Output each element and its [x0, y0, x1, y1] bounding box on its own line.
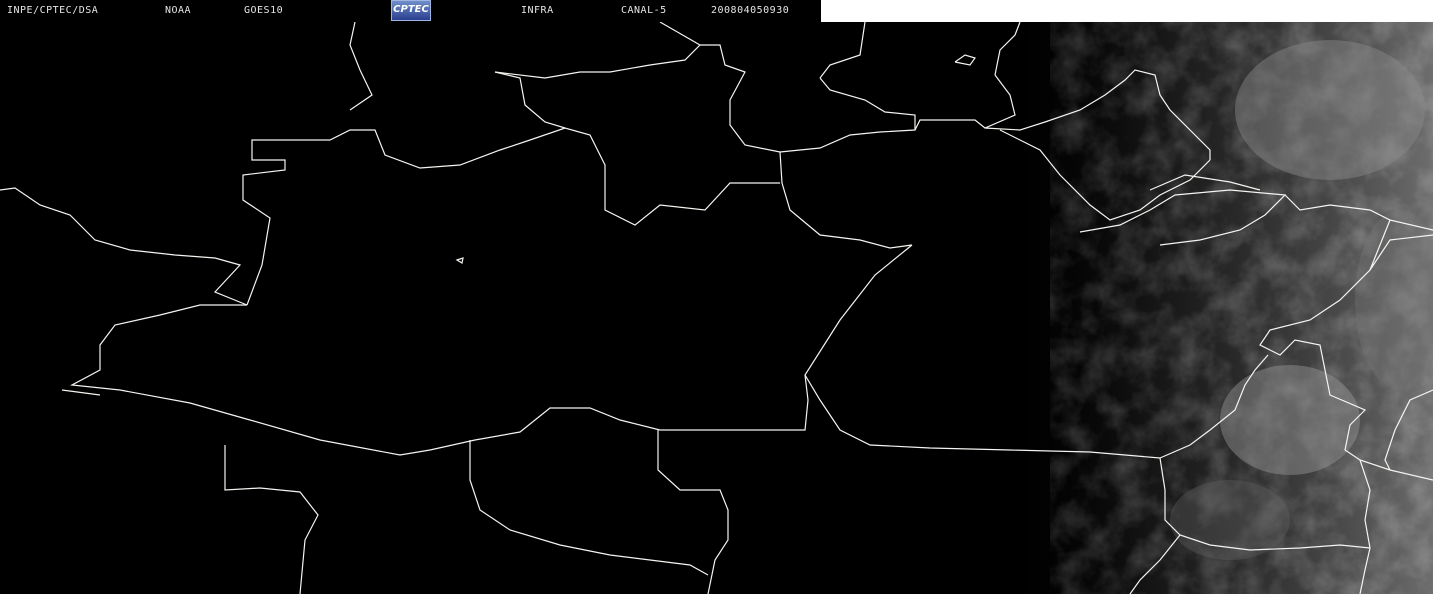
institution-label: INPE/CPTEC/DSA [7, 5, 99, 16]
image-header-bar: INPE/CPTEC/DSA NOAA GOES10 CPTEC INFRA C… [0, 0, 821, 22]
cloud-cover [1000, 22, 1433, 594]
cptec-logo: CPTEC [391, 0, 431, 21]
header-blank-area [821, 0, 1433, 22]
cptec-logo-text: CPTEC [393, 4, 429, 15]
satellite-map [0, 21, 1433, 594]
satellite-label: GOES10 [244, 5, 284, 16]
agency-label: NOAA [165, 5, 192, 16]
product-label: INFRA [521, 5, 554, 16]
timestamp-label: 200804050930 [711, 5, 790, 16]
channel-label: CANAL-5 [621, 5, 667, 16]
